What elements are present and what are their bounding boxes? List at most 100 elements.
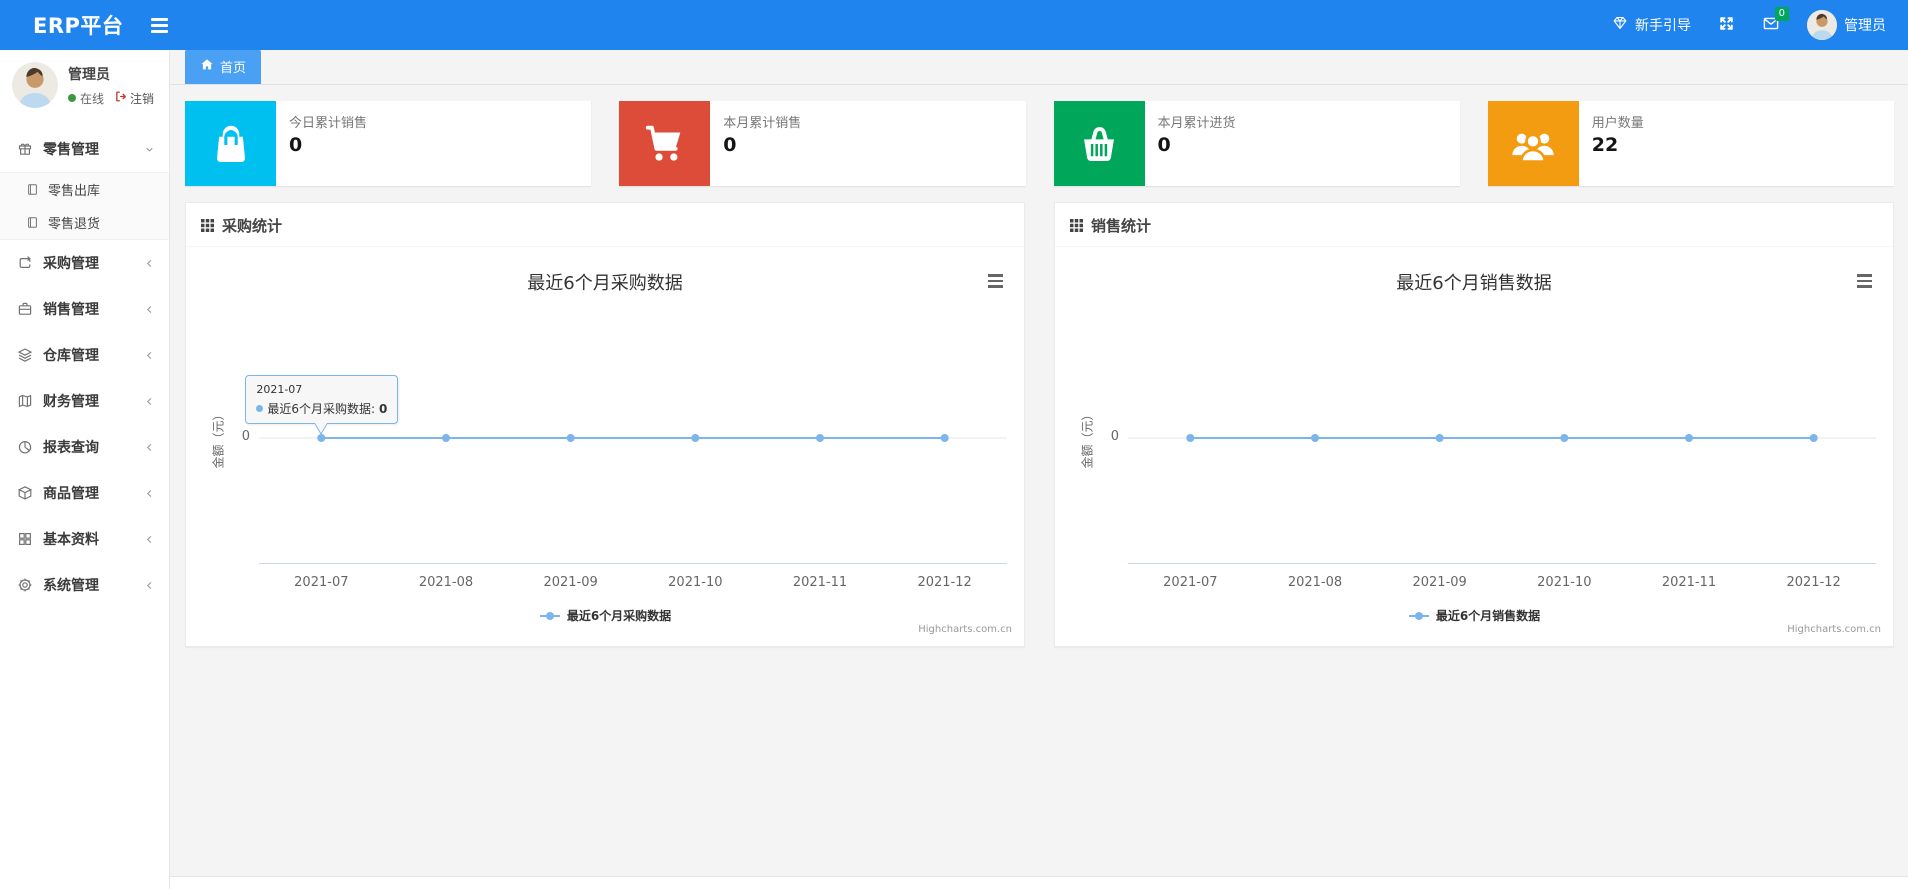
top-navbar: ERP平台 新手引导 0 管理员	[0, 0, 1908, 50]
legend-item[interactable]: 最近6个月采购数据	[186, 607, 1024, 624]
chevron-down-icon	[144, 144, 155, 155]
chevron-left-icon	[144, 304, 155, 315]
y-axis-tick-label: 0	[241, 429, 250, 444]
main-content: 首页 今日累计销售 0 本月累计销售 0 本月累计进货 0 用户数量 22 采购…	[170, 49, 1908, 889]
tooltip-value: 0	[379, 401, 388, 416]
shopping-bag-icon	[185, 101, 276, 186]
purchase-chart: 0 最近6个月采购数据 金额（元） 2021-07 2021-08 2021-09 2021…	[186, 247, 1024, 646]
x-axis-label: 2021-11	[1661, 575, 1717, 590]
gear-icon	[17, 577, 34, 594]
x-axis-label: 2021-07	[1163, 575, 1218, 590]
stat-value: 0	[723, 134, 737, 156]
data-point[interactable]	[1560, 434, 1569, 442]
users-icon	[1487, 101, 1579, 186]
sidebar-item-report[interactable]: 报表查询	[0, 424, 169, 470]
home-icon	[200, 58, 214, 76]
user-menu[interactable]: 管理员	[1807, 10, 1886, 40]
fullscreen-icon	[1718, 15, 1735, 36]
stat-cards: 今日累计销售 0 本月累计销售 0 本月累计进货 0 用户数量 22	[185, 101, 1894, 186]
x-axis-label: 2021-08	[418, 575, 474, 590]
series-dot-icon	[256, 405, 264, 412]
grid-icon	[17, 531, 34, 548]
sidebar-item-retail-outbound[interactable]: 零售出库	[0, 173, 169, 206]
x-axis-label: 2021-10	[1537, 575, 1592, 590]
sidebar-item-basic-data[interactable]: 基本资料	[0, 516, 169, 562]
sidebar-item-goods[interactable]: 商品管理	[0, 470, 169, 516]
chevron-left-icon	[144, 534, 155, 545]
y-axis-tick-label: 0	[1110, 429, 1119, 444]
sales-chart: 0 最近6个月销售数据 金额（元） 2021-07 2021-08 2021-09 2021…	[1055, 247, 1893, 646]
data-point[interactable]	[317, 434, 326, 442]
chart-context-menu-button[interactable]	[1852, 271, 1876, 291]
chevron-left-icon	[144, 396, 155, 407]
x-axis-label: 2021-07	[294, 575, 349, 590]
data-point[interactable]	[1186, 434, 1195, 442]
online-status-icon	[68, 94, 76, 102]
sidebar-item-retail[interactable]: 零售管理	[0, 126, 169, 172]
chevron-left-icon	[144, 258, 155, 269]
logout-link[interactable]: 注销	[114, 90, 154, 107]
data-point[interactable]	[1435, 434, 1444, 442]
data-point[interactable]	[816, 434, 824, 442]
stat-card-today-sales[interactable]: 今日累计销售 0	[185, 101, 592, 186]
data-point[interactable]	[566, 434, 575, 442]
sidebar-item-purchase[interactable]: 采购管理	[0, 240, 169, 286]
chart-credits[interactable]: Highcharts.com.cn	[918, 624, 1012, 635]
legend-item[interactable]: 最近6个月销售数据	[1055, 607, 1893, 624]
legend-marker	[545, 611, 554, 620]
shopping-basket-icon	[1053, 101, 1145, 186]
chevron-left-icon	[144, 350, 155, 361]
footer	[170, 876, 1908, 889]
chart-panels: 采购统计 0 最近6个月采购数据 金额（元） 2021-07 2021-08 2021-0…	[185, 202, 1894, 647]
data-point[interactable]	[1685, 434, 1693, 442]
briefcase-icon	[17, 301, 34, 318]
tab-home[interactable]: 首页	[185, 49, 262, 84]
gift-icon	[17, 141, 34, 158]
guide-button[interactable]: 新手引导	[1612, 15, 1691, 35]
legend-marker	[1414, 611, 1423, 620]
pie-chart-icon	[17, 439, 34, 456]
tooltip-category: 2021-07	[256, 383, 303, 396]
repeat-box-icon	[17, 255, 34, 272]
sidebar-toggle-button[interactable]	[151, 17, 169, 33]
data-point[interactable]	[1809, 434, 1818, 442]
data-point[interactable]	[691, 434, 700, 442]
sales-stats-panel: 销售统计 0 最近6个月销售数据 金额（元） 2021-07 2021-08 2021-0…	[1054, 202, 1894, 647]
sidebar-item-retail-return[interactable]: 零售退货	[0, 206, 169, 239]
chart-context-menu-button[interactable]	[983, 271, 1007, 291]
chart-title: 最近6个月采购数据	[527, 273, 683, 294]
panel-header: 销售统计	[1055, 203, 1893, 247]
legend-marker-icon	[539, 611, 560, 620]
y-axis-title: 金额（元）	[211, 408, 226, 469]
data-point[interactable]	[442, 434, 450, 442]
chevron-left-icon	[144, 442, 155, 453]
sign-out-icon	[114, 90, 127, 106]
sidebar-item-finance[interactable]: 财务管理	[0, 378, 169, 424]
sidebar: 管理员 在线 注销 零售管理 零售出库 零售退货 采购管理 销售管理 仓库管理 …	[0, 50, 170, 889]
stat-card-user-count[interactable]: 用户数量 22	[1487, 101, 1894, 186]
sidebar-item-sales[interactable]: 销售管理	[0, 286, 169, 332]
stat-value: 0	[1157, 134, 1171, 156]
messages-button[interactable]: 0	[1762, 6, 1789, 36]
messages-count-badge: 0	[1774, 6, 1789, 21]
data-point[interactable]	[940, 434, 949, 442]
sidebar-item-warehouse[interactable]: 仓库管理	[0, 332, 169, 378]
app-brand[interactable]: ERP平台	[0, 10, 123, 40]
sidebar-user-name: 管理员	[68, 66, 110, 83]
purchase-stats-panel: 采购统计 0 最近6个月采购数据 金额（元） 2021-07 2021-08 2021-0…	[185, 202, 1025, 647]
sidebar-item-system[interactable]: 系统管理	[0, 562, 169, 608]
chart-credits[interactable]: Highcharts.com.cn	[1787, 624, 1881, 635]
shopping-cart-icon	[619, 101, 711, 186]
box-icon	[17, 485, 34, 502]
legend-marker-icon	[1408, 611, 1429, 620]
map-icon	[17, 393, 34, 410]
data-point[interactable]	[1311, 434, 1319, 442]
fullscreen-button[interactable]	[1718, 15, 1735, 36]
sidebar-menu: 零售管理 零售出库 零售退货 采购管理 销售管理 仓库管理 财务管理 报表查询 …	[0, 126, 169, 608]
avatar	[12, 62, 58, 108]
stat-card-month-purchase[interactable]: 本月累计进货 0	[1053, 101, 1460, 186]
avatar	[1807, 10, 1837, 40]
user-name: 管理员	[1844, 18, 1886, 34]
stat-card-month-sales[interactable]: 本月累计销售 0	[619, 101, 1026, 186]
panel-header: 采购统计	[186, 203, 1024, 247]
